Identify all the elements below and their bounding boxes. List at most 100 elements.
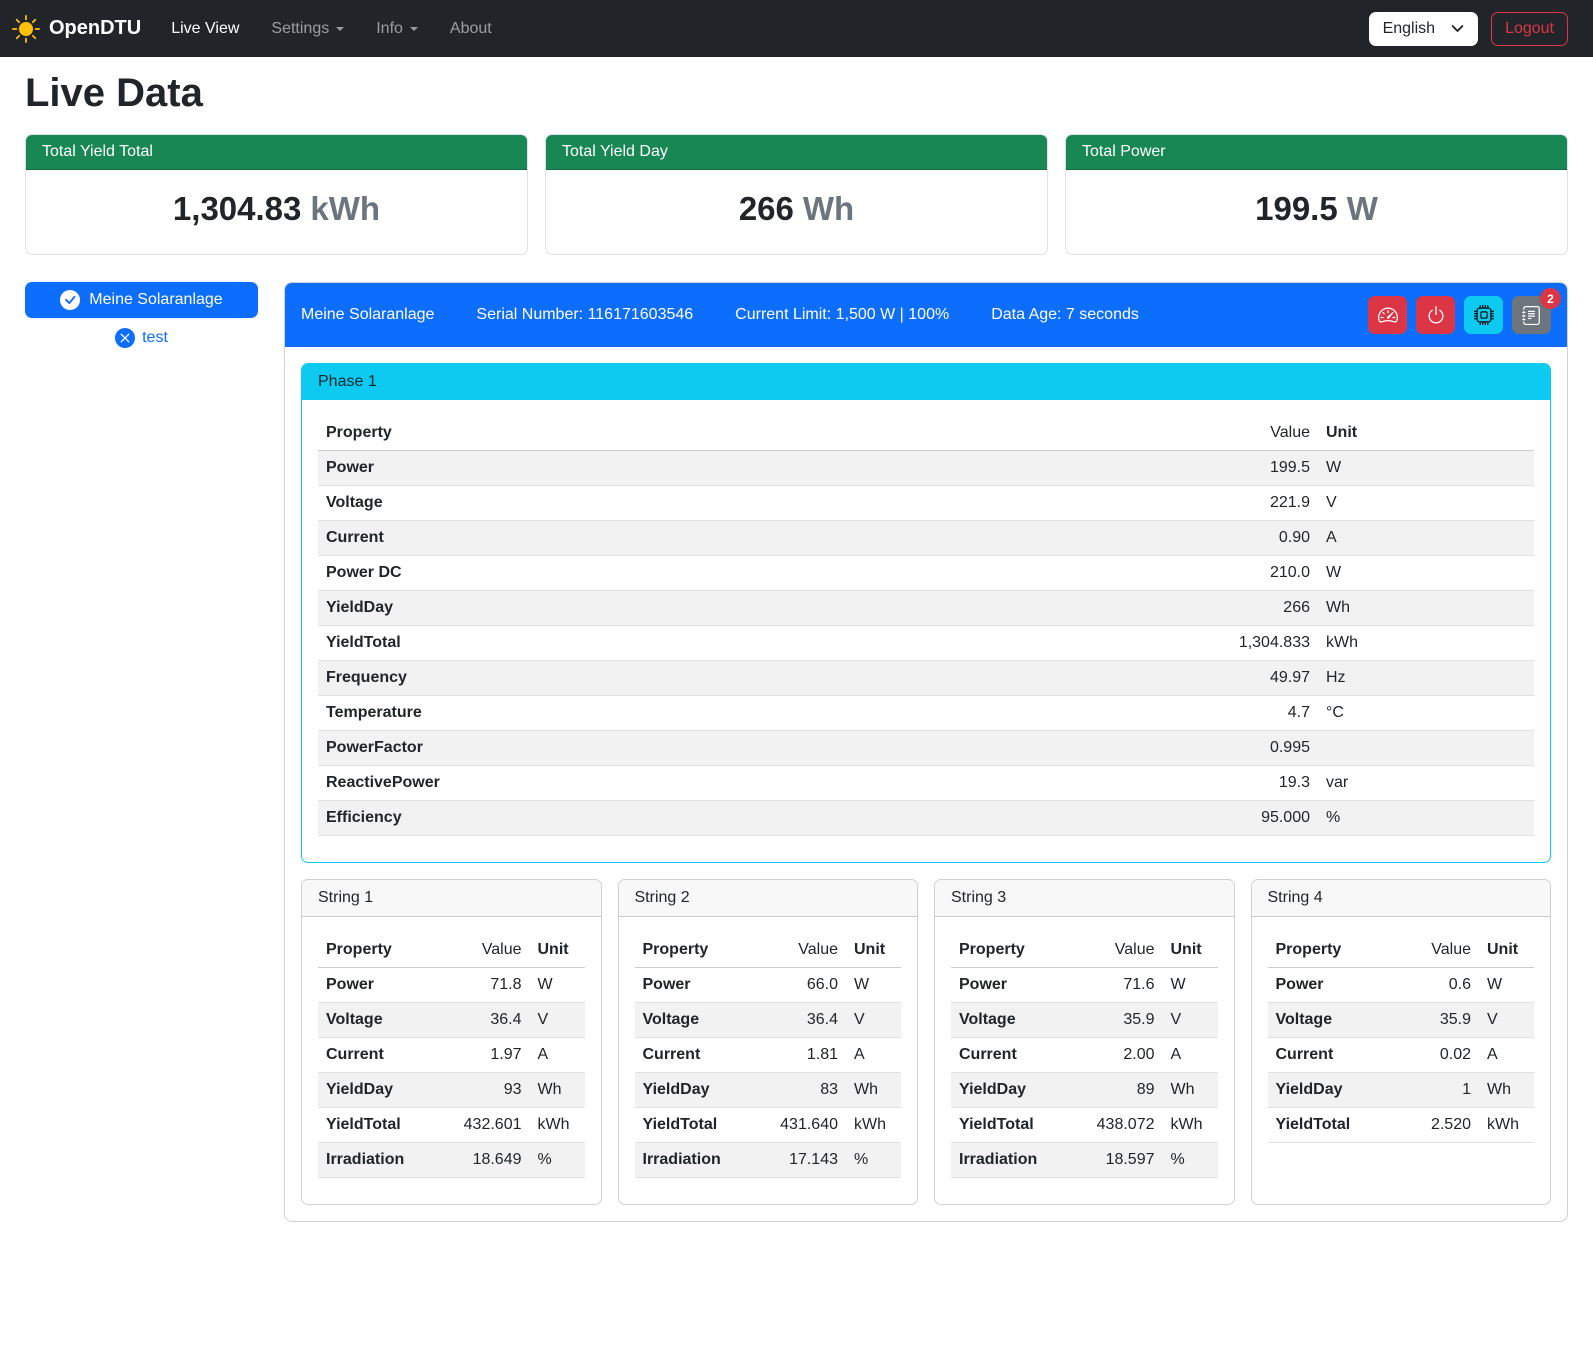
table-row: Voltage 35.9 V [1268,1003,1535,1038]
table-row: Current 2.00 A [951,1038,1218,1073]
table-row: ReactivePower 19.3 var [318,766,1534,801]
x-circle-icon [115,328,135,348]
property-unit: V [1479,1003,1534,1038]
property-unit: °C [1318,696,1534,731]
property-value: 35.9 [1393,1003,1479,1038]
inverter-select-button[interactable]: Meine Solaranlage [25,282,258,318]
property-name: Current [318,521,1178,556]
nav-item[interactable]: Settings [255,12,360,46]
event-count-badge: 2 [1540,288,1561,309]
property-name: Power [1268,968,1394,1003]
summary-card: Total Power 199.5W [1065,134,1568,255]
string-card-title: String 1 [302,880,601,917]
property-unit: % [1318,801,1534,836]
property-unit: var [1318,766,1534,801]
property-name: Voltage [635,1003,761,1038]
property-value: 19.3 [1178,766,1318,801]
summary-value: 266 [739,190,794,227]
table-row: Current 1.97 A [318,1038,585,1073]
property-name: Current [318,1038,444,1073]
nav-item[interactable]: About [434,12,508,46]
logout-button[interactable]: Logout [1491,12,1568,46]
property-value: 93 [444,1073,530,1108]
string-table: Property Value Unit [951,933,1218,1178]
property-unit: W [1479,968,1534,1003]
table-row: Frequency 49.97 Hz [318,661,1534,696]
language-select[interactable]: English [1369,12,1478,46]
property-unit: Wh [530,1073,585,1108]
property-name: YieldDay [635,1073,761,1108]
property-unit: W [846,968,901,1003]
table-row: YieldDay 83 Wh [635,1073,902,1108]
summary-card: Total Yield Total 1,304.83kWh [25,134,528,255]
table-row: YieldTotal 432.601 kWh [318,1108,585,1143]
inverter-data-age: Data Age: 7 seconds [991,306,1139,324]
property-value: 95.000 [1178,801,1318,836]
power-button[interactable] [1416,296,1455,334]
property-value: 83 [760,1073,846,1108]
property-name: YieldTotal [951,1108,1077,1143]
content-row: Meine Solaranlage test Meine Solaranlage… [25,282,1568,1222]
property-unit [1318,731,1534,766]
property-value: 0.02 [1393,1038,1479,1073]
summary-unit: Wh [803,190,854,227]
property-value: 1,304.833 [1178,626,1318,661]
chevron-down-icon [336,27,344,31]
sun-icon [12,15,40,43]
property-name: Power [635,968,761,1003]
table-header-row: Property Value Unit [951,933,1218,968]
string-card: String 4 Property Value Unit [1251,879,1552,1205]
nav-item-label: Settings [271,20,329,37]
property-name: Voltage [951,1003,1077,1038]
property-unit: W [1163,968,1218,1003]
property-value: 0.6 [1393,968,1479,1003]
string-card-title: String 3 [935,880,1234,917]
col-header-property: Property [951,933,1077,968]
property-name: YieldDay [1268,1073,1394,1108]
journal-text-icon [1522,306,1541,325]
cpu-icon [1474,305,1494,325]
property-name: Temperature [318,696,1178,731]
property-value: 1 [1393,1073,1479,1108]
nav-item-label: About [450,20,492,37]
phase-table: Property Value Unit Power 1 [318,416,1534,836]
property-name: Efficiency [318,801,1178,836]
property-unit: V [530,1003,585,1038]
event-log-button[interactable]: 2 [1512,296,1551,334]
table-row: YieldDay 266 Wh [318,591,1534,626]
property-unit: % [530,1143,585,1178]
property-value: 431.640 [760,1108,846,1143]
table-row: Power 71.6 W [951,968,1218,1003]
property-name: Current [635,1038,761,1073]
inverter-option-test[interactable]: test [115,328,168,348]
table-header-row: Property Value Unit [1268,933,1535,968]
property-name: YieldTotal [635,1108,761,1143]
property-unit: kWh [1318,626,1534,661]
nav-item-label: Live View [171,20,239,37]
nav-item[interactable]: Info [360,12,434,46]
table-row: YieldDay 89 Wh [951,1073,1218,1108]
inverter-card-header: Meine Solaranlage Serial Number: 1161716… [285,283,1567,347]
property-unit: A [530,1038,585,1073]
property-name: PowerFactor [318,731,1178,766]
table-row: Voltage 36.4 V [318,1003,585,1038]
limit-settings-button[interactable] [1368,296,1407,334]
table-row: Power 66.0 W [635,968,902,1003]
brand-link[interactable]: OpenDTU [12,15,141,43]
nav-item[interactable]: Live View [155,12,255,46]
summary-value: 1,304.83 [173,190,301,227]
property-value: 2.520 [1393,1108,1479,1143]
string-card: String 1 Property Value Unit [301,879,602,1205]
property-value: 18.597 [1077,1143,1163,1178]
property-value: 71.6 [1077,968,1163,1003]
summary-card-title: Total Yield Day [546,135,1047,170]
device-info-button[interactable] [1464,296,1503,334]
string-card-title: String 4 [1252,880,1551,917]
col-header-property: Property [318,933,444,968]
property-unit: Wh [1163,1073,1218,1108]
table-row: Current 0.02 A [1268,1038,1535,1073]
property-name: YieldDay [318,1073,444,1108]
property-unit: W [1318,556,1534,591]
property-unit: kWh [530,1108,585,1143]
table-row: YieldTotal 1,304.833 kWh [318,626,1534,661]
